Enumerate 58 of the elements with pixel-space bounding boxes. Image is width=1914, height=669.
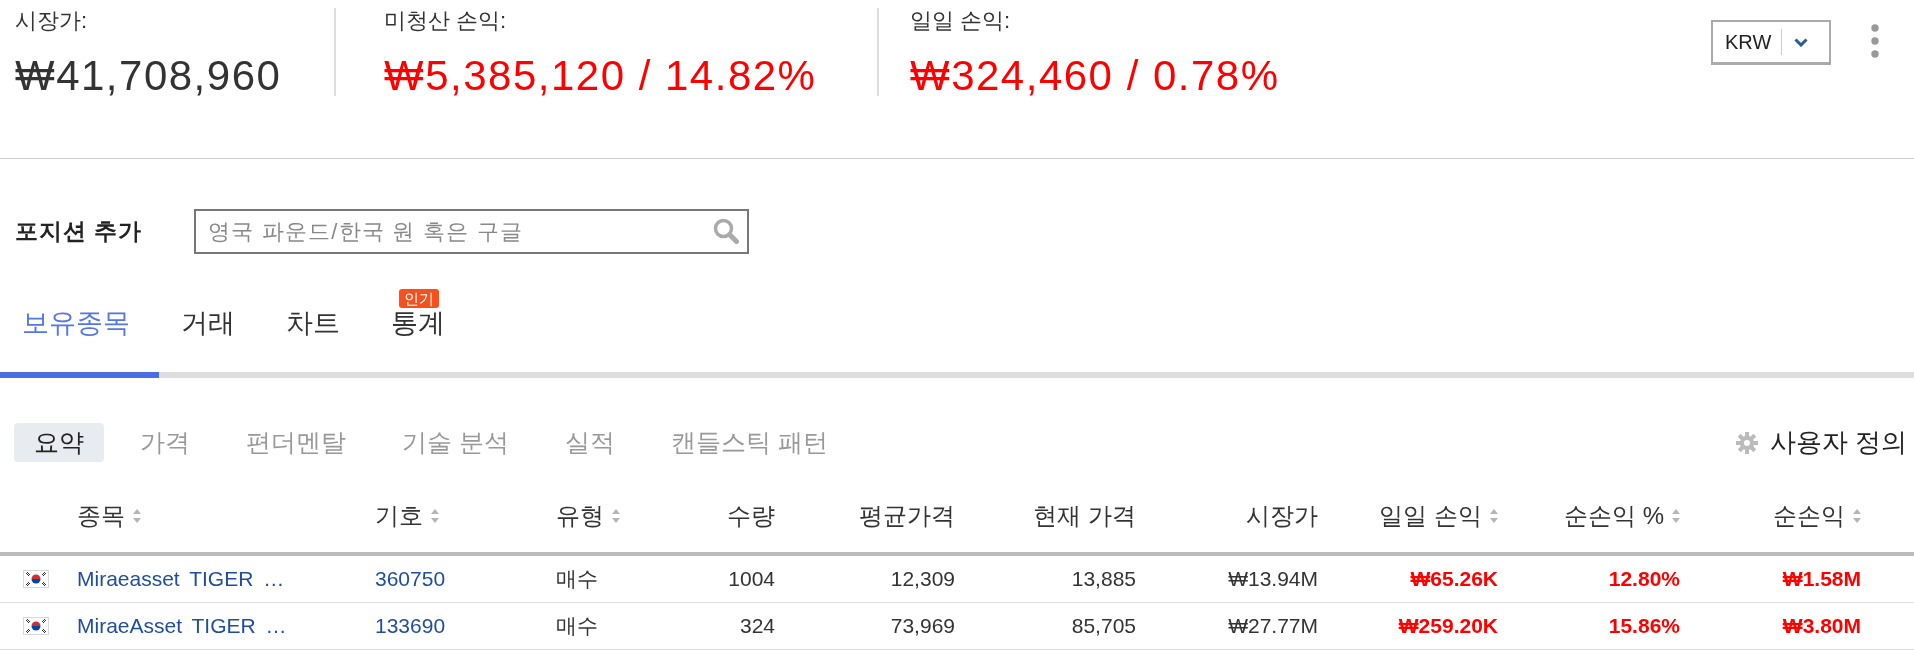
table-cell: 15.86%	[1608, 614, 1680, 638]
table-cell: 324	[739, 614, 775, 638]
sort-icon	[133, 509, 141, 523]
tab-badge: 인기	[399, 289, 439, 308]
summary-value: ₩5,385,120 / 14.82%	[384, 52, 817, 100]
tab[interactable]: 보유종목	[0, 308, 159, 378]
summary-label: 시장가:	[15, 8, 88, 34]
column-header: 평균가격	[859, 502, 955, 530]
column-header: 시장가	[1246, 502, 1318, 530]
column-header: 현재 가격	[1033, 502, 1136, 530]
column-header[interactable]: 순손익	[1773, 502, 1861, 530]
view-tab[interactable]: 요약	[14, 423, 104, 462]
table-cell: ₩27.77M	[1228, 614, 1318, 638]
customize-button[interactable]: 사용자 정의	[1735, 425, 1907, 460]
summary-label: 일일 손익:	[910, 8, 1011, 34]
search-icon[interactable]	[713, 218, 739, 244]
table-cell: 13,885	[1071, 567, 1136, 591]
table-cell: 12.80%	[1608, 567, 1680, 591]
column-header[interactable]: 일일 손익	[1379, 502, 1498, 530]
table-cell: ₩65.26K	[1410, 567, 1498, 591]
table-cell: 1004	[728, 567, 775, 591]
table-cell: ₩259.20K	[1398, 614, 1498, 638]
column-header: 수량	[727, 502, 775, 530]
column-header[interactable]: 유형	[556, 502, 620, 530]
column-header[interactable]: 기호	[375, 502, 439, 530]
stock-symbol-link[interactable]: 360750	[375, 567, 446, 591]
table-cell: ₩13.94M	[1228, 567, 1318, 591]
search-input[interactable]: 영국 파운드/한국 원 혹은 구글	[194, 209, 749, 254]
table-cell: 12,309	[890, 567, 955, 591]
flag-icon	[23, 617, 49, 635]
column-header[interactable]: 종목	[77, 502, 141, 530]
flag-icon	[23, 570, 49, 588]
table-cell: 73,969	[890, 614, 955, 638]
currency-select[interactable]: KRW	[1711, 20, 1831, 65]
stock-name-link[interactable]: Miraeasset TIGER …	[77, 567, 285, 591]
tab[interactable]: 차트	[264, 308, 369, 378]
table-cell-text: 매수	[556, 613, 598, 639]
more-icon[interactable]	[1871, 24, 1879, 58]
gear-icon	[1735, 431, 1758, 454]
table-cell: 85,705	[1071, 614, 1136, 638]
chevron-down-icon	[1794, 37, 1809, 47]
stock-name-link[interactable]: MiraeAsset TIGER …	[77, 614, 287, 638]
table-cell-text: 매수	[556, 566, 598, 592]
sort-icon	[431, 509, 439, 523]
add-position-label: 포지션 추가	[15, 217, 144, 246]
table-cell: ₩3.80M	[1782, 614, 1861, 638]
stock-symbol-link[interactable]: 133690	[375, 614, 446, 638]
sort-icon	[1853, 509, 1861, 523]
tab[interactable]: 통계	[369, 308, 474, 378]
summary-value: ₩41,708,960	[15, 52, 282, 100]
column-header[interactable]: 순손익 %	[1564, 502, 1680, 530]
summary-value: ₩324,460 / 0.78%	[910, 52, 1280, 100]
sort-icon	[1672, 509, 1680, 523]
table-cell: ₩1.58M	[1782, 567, 1861, 591]
sort-icon	[1490, 509, 1498, 523]
summary-label: 미청산 손익:	[384, 8, 507, 34]
sort-icon	[612, 509, 620, 523]
tab[interactable]: 거래	[159, 308, 264, 378]
